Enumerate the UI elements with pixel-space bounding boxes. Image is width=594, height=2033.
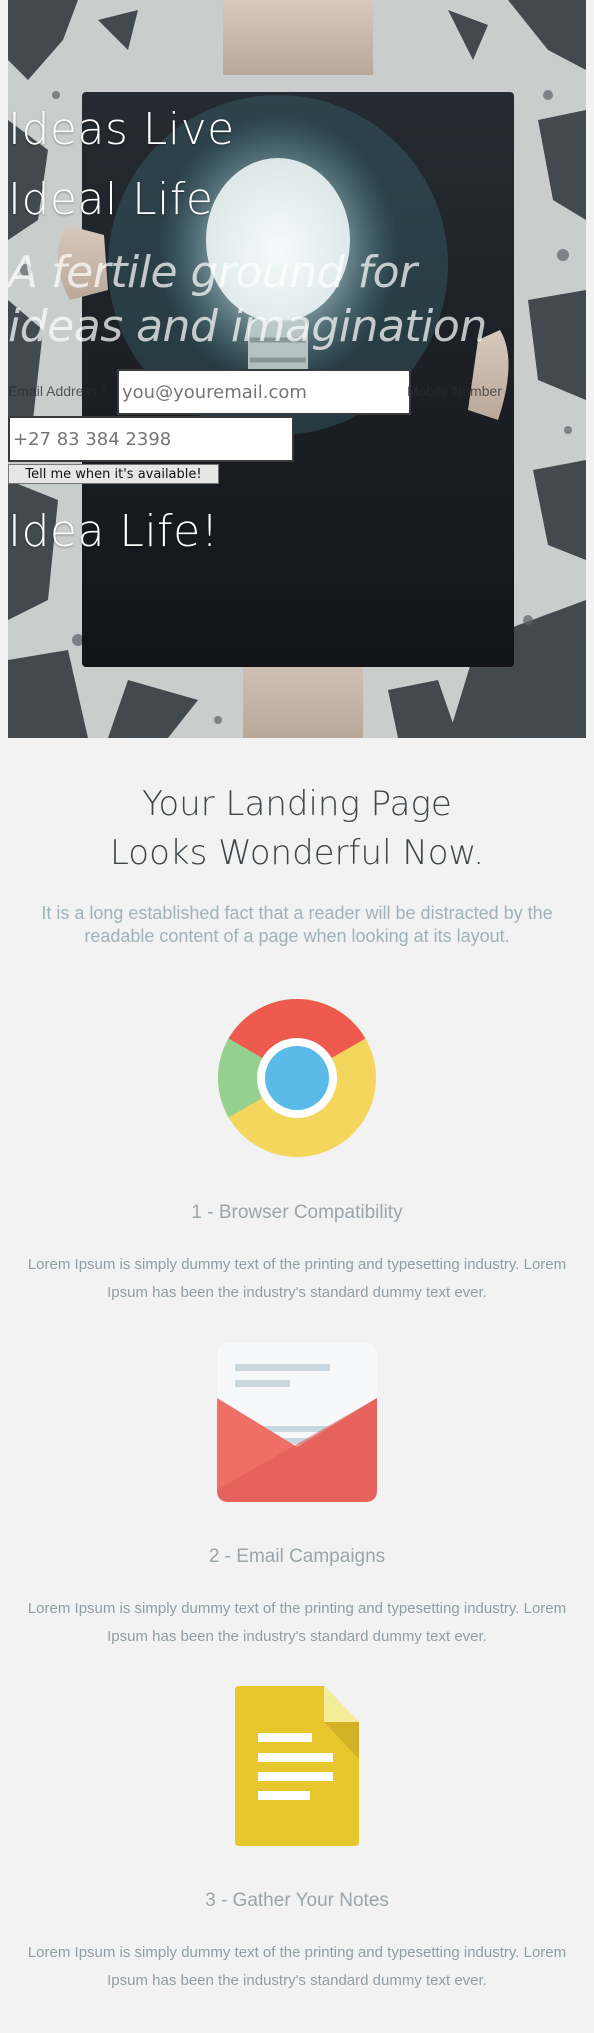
feature-desc-email: Lorem Ipsum is simply dummy text of the … [27, 1600, 567, 1645]
section-title-line2: Looks Wonderful Now. [109, 833, 485, 873]
notify-submit-button[interactable]: Tell me when it's available! [8, 464, 219, 484]
feature-desc-browser: Lorem Ipsum is simply dummy text of the … [27, 1256, 567, 1301]
envelope-icon [217, 1342, 377, 1502]
features-section: Your Landing Page Looks Wonderful Now. I… [0, 738, 594, 2033]
document-notes-icon [235, 1686, 359, 1846]
section-title-line1: Your Landing Page [142, 784, 452, 824]
mobile-label: Mobile Number [407, 383, 502, 399]
feature-title-browser: 1 - Browser Compatibility [191, 1202, 403, 1223]
hero-tagline: A fertile ground for ideas and imaginati… [8, 247, 487, 352]
chrome-browser-icon [218, 999, 376, 1157]
feature-title-notes: 3 - Gather Your Notes [205, 1890, 389, 1911]
hero-content: Ideas Live Ideal Life A fertile ground f… [8, 0, 586, 738]
section-intro: It is a long established fact that a rea… [41, 903, 553, 946]
mobile-input[interactable] [8, 416, 294, 462]
hero-headline-line1: Ideas Live [8, 104, 235, 155]
email-input[interactable] [117, 369, 411, 415]
section-title: Your Landing Page Looks Wonderful Now. [0, 780, 594, 878]
landing-page: Ideas Live Ideal Life A fertile ground f… [0, 0, 594, 2033]
hero-closing-headline: Idea Life! [8, 506, 219, 557]
hero-headline-line2: Ideal Life [8, 174, 214, 225]
feature-desc-notes: Lorem Ipsum is simply dummy text of the … [27, 1944, 567, 1989]
feature-title-email: 2 - Email Campaigns [208, 1546, 386, 1567]
hero-section: Ideas Live Ideal Life A fertile ground f… [8, 0, 586, 738]
email-label: Email Address * [8, 383, 107, 399]
